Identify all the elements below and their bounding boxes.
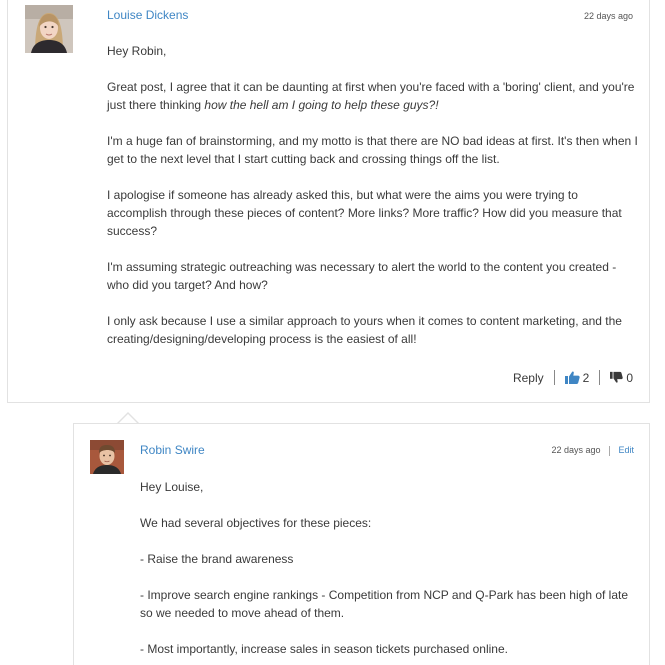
comment-paragraph: Great post, I agree that it can be daunt… [107, 78, 639, 114]
comment-paragraph: I'm a huge fan of brainstorming, and my … [107, 134, 638, 166]
comment-paragraph: - Most importantly, increase sales in se… [140, 642, 508, 656]
thumbs-down-icon [610, 371, 624, 383]
comment-thread: Louise Dickens 22 days ago Hey Robin, Gr… [0, 0, 665, 665]
thumbs-up-count: 2 [582, 370, 590, 385]
avatar-louise-image [25, 5, 73, 53]
comment-actions: Reply 2 0 [513, 370, 633, 385]
thumbs-up-button[interactable]: 2 [564, 370, 590, 385]
edit-button[interactable]: Edit [618, 445, 634, 455]
comment-paragraph: I apologise if someone has already asked… [107, 188, 622, 238]
comment-body: Hey Robin, Great post, I agree that it c… [107, 42, 639, 366]
author-name[interactable]: Robin Swire [140, 443, 205, 457]
greeting: Hey Robin, [107, 44, 167, 58]
comment-paragraph: We had several objectives for these piec… [140, 516, 372, 530]
thumbs-down-button[interactable]: 0 [610, 371, 633, 385]
comment-body: Hey Louise, We had several objectives fo… [140, 478, 632, 665]
greeting: Hey Louise, [140, 480, 204, 494]
avatar-robin-image [90, 440, 124, 474]
comment-meta: 22 days ago Edit [551, 445, 634, 456]
reply-button[interactable]: Reply [513, 371, 544, 385]
comment-paragraph: I'm assuming strategic outreaching was n… [107, 260, 617, 292]
thumbs-down-count: 0 [626, 370, 633, 385]
divider [609, 445, 611, 456]
timestamp: 22 days ago [551, 445, 601, 455]
emphasis-text: how the hell am I going to help these gu… [204, 98, 439, 112]
avatar[interactable] [25, 5, 73, 53]
avatar[interactable] [90, 440, 124, 474]
comment-louise: Louise Dickens 22 days ago Hey Robin, Gr… [7, 0, 650, 403]
comment-robin: Robin Swire 22 days ago Edit Hey Louise, … [73, 423, 650, 665]
comment-paragraph: - Raise the brand awareness [140, 552, 294, 566]
comment-paragraph: I only ask because I use a similar appro… [107, 314, 622, 346]
divider [599, 370, 601, 385]
thumbs-up-icon [564, 371, 580, 384]
comment-meta: 22 days ago [584, 11, 633, 21]
comment-paragraph: - Improve search engine rankings - Compe… [140, 588, 629, 620]
author-name[interactable]: Louise Dickens [107, 8, 188, 22]
timestamp: 22 days ago [583, 11, 633, 21]
divider [553, 370, 555, 385]
